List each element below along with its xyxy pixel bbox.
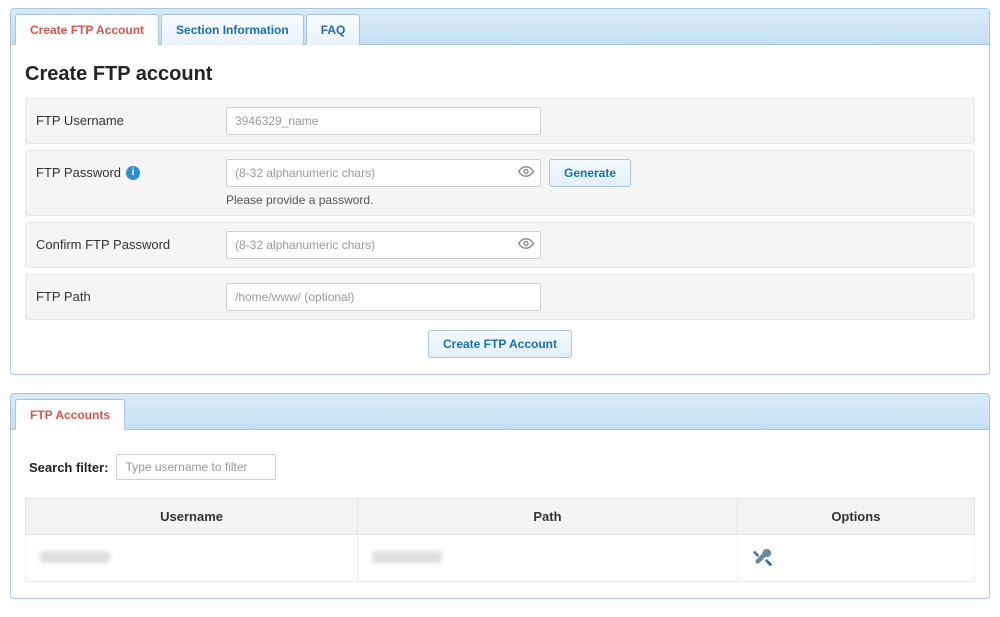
ftp-password-input[interactable] [226,159,541,187]
label-ftp-password-text: FTP Password [36,165,121,180]
ftp-accounts-body: Search filter: Username Path Options [11,430,989,598]
row-confirm-password: Confirm FTP Password [25,222,975,268]
search-label: Search filter: [29,460,108,475]
col-options: Options [737,499,974,535]
label-confirm-password-text: Confirm FTP Password [36,237,170,252]
ftp-username-input[interactable] [226,107,541,135]
row-ftp-path: FTP Path [25,274,975,320]
ftp-path-input[interactable] [226,283,541,311]
col-path: Path [358,499,738,535]
label-ftp-username-text: FTP Username [36,113,124,128]
tab-create-ftp-account[interactable]: Create FTP Account [15,14,159,45]
row-ftp-username: FTP Username [25,98,975,144]
ftp-accounts-panel: FTP Accounts Search filter: Username Pat… [10,393,990,599]
label-ftp-username: FTP Username [36,107,226,128]
tab-section-information[interactable]: Section Information [161,14,304,45]
create-ftp-account-button[interactable]: Create FTP Account [428,330,572,358]
label-confirm-password: Confirm FTP Password [36,231,226,252]
tab-ftp-accounts[interactable]: FTP Accounts [15,399,125,430]
label-ftp-path-text: FTP Path [36,289,91,304]
label-ftp-password: FTP Password i [36,159,226,180]
cell-username [26,535,358,582]
col-username: Username [26,499,358,535]
redacted-path [372,551,442,563]
label-ftp-path: FTP Path [36,283,226,304]
ftp-accounts-table: Username Path Options [25,498,975,582]
generate-password-button[interactable]: Generate [549,159,631,187]
cell-options [737,535,974,582]
password-hint: Please provide a password. [226,193,631,207]
eye-icon[interactable] [518,236,534,255]
ftp-confirm-password-input[interactable] [226,231,541,259]
submit-row: Create FTP Account [25,330,975,358]
redacted-username [40,551,110,563]
cell-path [358,535,738,582]
info-icon[interactable]: i [126,166,140,180]
tools-icon[interactable] [752,547,960,569]
search-input[interactable] [116,454,276,480]
create-ftp-body: Create FTP account FTP Username FTP Pass… [11,45,989,374]
tab-faq[interactable]: FAQ [306,14,361,45]
ftp-accounts-tabbar: FTP Accounts [11,394,989,430]
row-ftp-password: FTP Password i Generate Please provide a… [25,150,975,216]
table-header-row: Username Path Options [26,499,975,535]
search-row: Search filter: [29,454,975,480]
create-ftp-panel: Create FTP Account Section Information F… [10,8,990,375]
page-title: Create FTP account [25,63,975,86]
create-ftp-tabbar: Create FTP Account Section Information F… [11,9,989,45]
eye-icon[interactable] [518,164,534,183]
table-row [26,535,975,582]
